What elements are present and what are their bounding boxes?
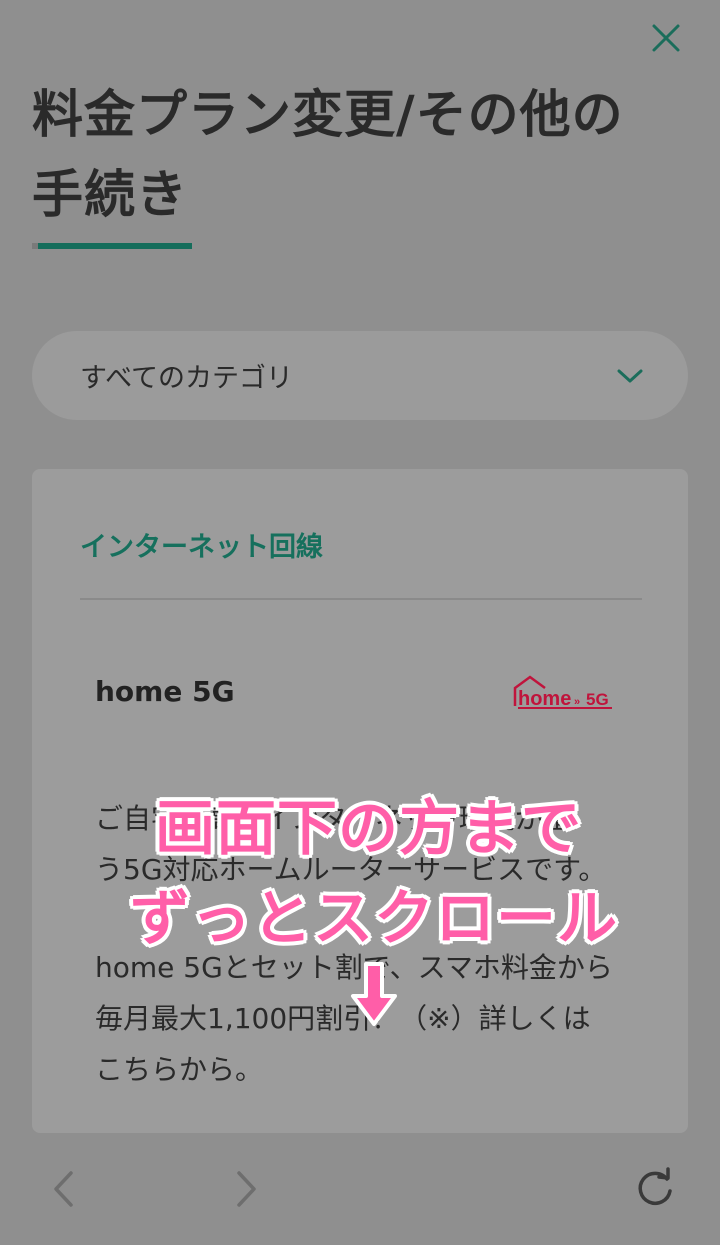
page-title-line1: 料金プラン変更/その他の <box>32 86 624 145</box>
section-heading: インターネット回線 <box>80 532 323 563</box>
chevron-right-icon <box>237 1171 256 1207</box>
home5g-logo: home » 5G <box>513 675 612 710</box>
category-select-value: すべてのカテゴリ <box>80 363 294 394</box>
close-button[interactable] <box>646 18 686 58</box>
title-underline <box>32 243 192 249</box>
reload-icon <box>638 1167 672 1206</box>
page-title: 料金プラン変更/その他の 手続き <box>32 76 672 236</box>
chevron-down-icon <box>617 369 643 382</box>
forward-button[interactable] <box>224 1167 268 1211</box>
svg-text:5G: 5G <box>586 690 609 709</box>
category-select[interactable]: すべてのカテゴリ <box>32 331 688 420</box>
arrow-down-icon <box>351 962 397 1026</box>
overlay-caption-line1: 画面下の方まで <box>155 794 582 864</box>
svg-text:home: home <box>518 688 571 710</box>
back-button[interactable] <box>42 1167 86 1211</box>
page-title-line2: 手続き <box>32 166 189 225</box>
chevron-left-icon <box>54 1171 73 1207</box>
divider <box>80 598 642 600</box>
close-icon <box>652 24 680 52</box>
svg-text:»: » <box>574 696 580 708</box>
overlay-caption-line2: ずっとスクロール <box>130 884 618 954</box>
service-name[interactable]: home 5G <box>95 675 235 708</box>
reload-button[interactable] <box>633 1167 677 1211</box>
browser-nav-bar <box>0 1133 720 1245</box>
